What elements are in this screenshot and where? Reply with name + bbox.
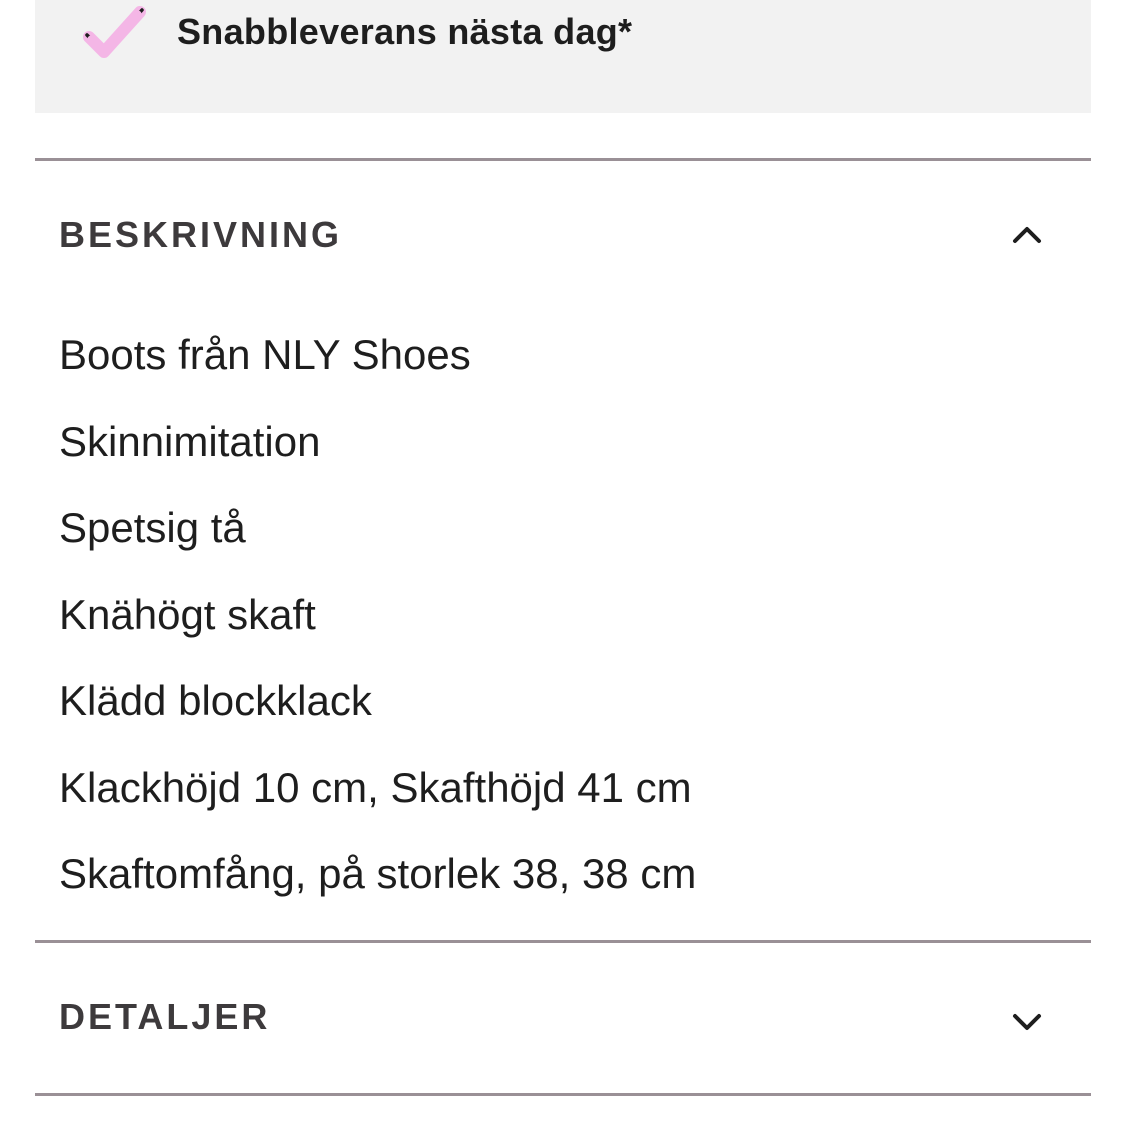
list-item: Skinnimitation [59,417,321,465]
section-title: DETALJER [59,996,271,1037]
divider [35,940,1091,943]
divider [35,1093,1091,1096]
list-item: Klädd blockklack [59,677,372,724]
description-list: Boots från NLY Shoes Skinnimitation Spet… [59,312,696,918]
list-item: Boots från NLY Shoes [59,331,471,378]
list-item: Spetsig tå [59,504,246,551]
list-item: Knähögt skaft [59,590,316,638]
chevron-up-icon[interactable] [1007,215,1047,255]
chevron-down-icon[interactable] [1007,1002,1047,1042]
section-header-detaljer[interactable]: DETALJER [35,962,1091,1072]
section-title: BESKRIVNING [59,214,343,255]
divider [35,158,1091,161]
delivery-text: Snabbleverans nästa dag* [177,11,633,52]
list-item: Klackhöjd 10 cm, Skafthöjd 41 cm [59,763,692,811]
check-icon [83,6,146,58]
section-header-beskrivning[interactable]: BESKRIVNING [35,180,1091,290]
list-item: Skaftomfång, på storlek 38, 38 cm [59,850,697,897]
